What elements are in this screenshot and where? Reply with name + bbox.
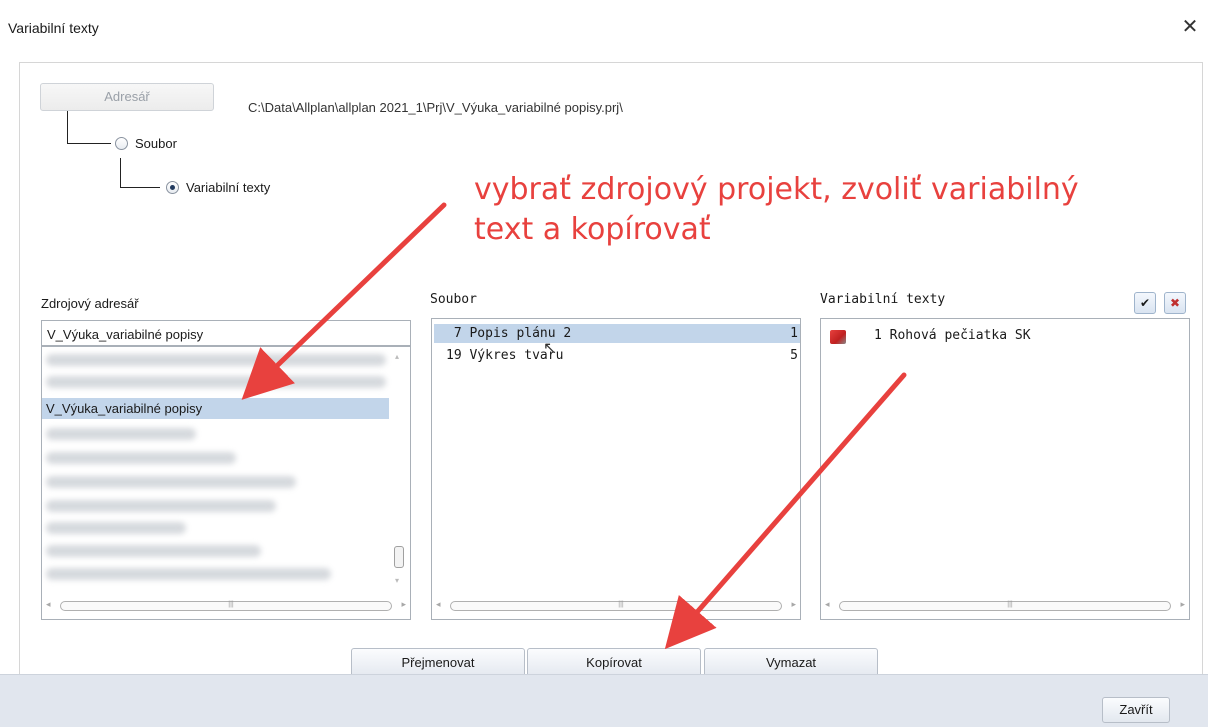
list-item[interactable] (46, 452, 236, 464)
radio-soubor-label: Soubor (135, 136, 177, 151)
list-item[interactable] (46, 354, 386, 366)
deselect-all-icon[interactable]: ✖ (1164, 292, 1186, 314)
scroll-grip: ||| (228, 601, 234, 608)
list-item-selected[interactable]: V_Výuka_variabilné popisy (42, 398, 389, 419)
variable-text-item[interactable]: 1 Rohová pečiatka SK (824, 326, 1194, 346)
tree-connector (120, 158, 160, 188)
file-count: 1 (790, 326, 798, 341)
variable-texts-list[interactable]: ◂ ||| ▸ (820, 318, 1190, 620)
annotation-line: text a kopírovať (474, 212, 711, 247)
file-list-item[interactable]: 19 Výkres tvaru 5 (434, 346, 800, 365)
scroll-right-icon[interactable]: ▸ (401, 599, 406, 610)
variable-texts-label: Variabilní texty (820, 292, 946, 307)
radio-variable-texts[interactable] (166, 181, 179, 194)
scroll-thumb[interactable] (394, 546, 404, 568)
annotation-text: vybrať zdrojový projekt, zvoliť variabil… (474, 170, 1134, 250)
dialog-footer (0, 674, 1208, 727)
mouse-cursor-icon: ↖ (543, 340, 557, 357)
directory-button[interactable]: Adresář (40, 83, 214, 111)
variable-hscrollbar[interactable]: ◂ ||| ▸ (825, 599, 1185, 613)
close-button[interactable]: Zavřít (1102, 697, 1170, 723)
scroll-left-icon[interactable]: ◂ (46, 599, 51, 610)
scroll-left-icon[interactable]: ◂ (436, 599, 441, 610)
scroll-grip: ||| (1007, 601, 1013, 608)
select-all-icon[interactable]: ✔ (1134, 292, 1156, 314)
tree-connector (67, 111, 111, 144)
window-title: Variabilní texty (8, 20, 99, 36)
stamp-icon (830, 330, 846, 344)
radio-soubor[interactable] (115, 137, 128, 150)
source-hscrollbar[interactable]: ◂ ||| ▸ (46, 599, 406, 613)
list-item[interactable] (46, 428, 196, 440)
scroll-down-icon[interactable]: ▾ (395, 576, 399, 585)
annotation-line: vybrať zdrojový projekt, zvoliť variabil… (474, 172, 1079, 207)
radio-variable-texts-label: Variabilní texty (186, 180, 271, 195)
source-vscrollbar[interactable]: ▴ ▾ (392, 352, 406, 590)
scroll-right-icon[interactable]: ▸ (791, 599, 796, 610)
title-bar: Variabilní texty ✕ (0, 0, 1208, 58)
list-item[interactable] (46, 545, 261, 557)
source-directory-label: Zdrojový adresář (41, 296, 139, 311)
source-directory-combo[interactable]: V_Výuka_variabilné popisy (41, 320, 411, 346)
directory-path: C:\Data\Allplan\allplan 2021_1\Prj\V_Výu… (248, 100, 623, 115)
list-item[interactable] (46, 476, 296, 488)
list-item[interactable] (46, 522, 186, 534)
list-item[interactable] (46, 500, 276, 512)
scroll-up-icon[interactable]: ▴ (395, 352, 399, 361)
variable-text-label: 1 Rohová pečiatka SK (874, 328, 1031, 343)
file-count: 5 (790, 348, 798, 363)
close-icon[interactable]: ✕ (1176, 14, 1204, 42)
scroll-grip: ||| (618, 601, 624, 608)
scroll-right-icon[interactable]: ▸ (1180, 599, 1185, 610)
list-item[interactable] (46, 376, 386, 388)
list-item[interactable] (46, 568, 331, 580)
file-hscrollbar[interactable]: ◂ ||| ▸ (436, 599, 796, 613)
file-label: Soubor (430, 292, 477, 307)
file-list-item[interactable]: 7 Popis plánu 2 1 (434, 324, 800, 343)
scroll-left-icon[interactable]: ◂ (825, 599, 830, 610)
